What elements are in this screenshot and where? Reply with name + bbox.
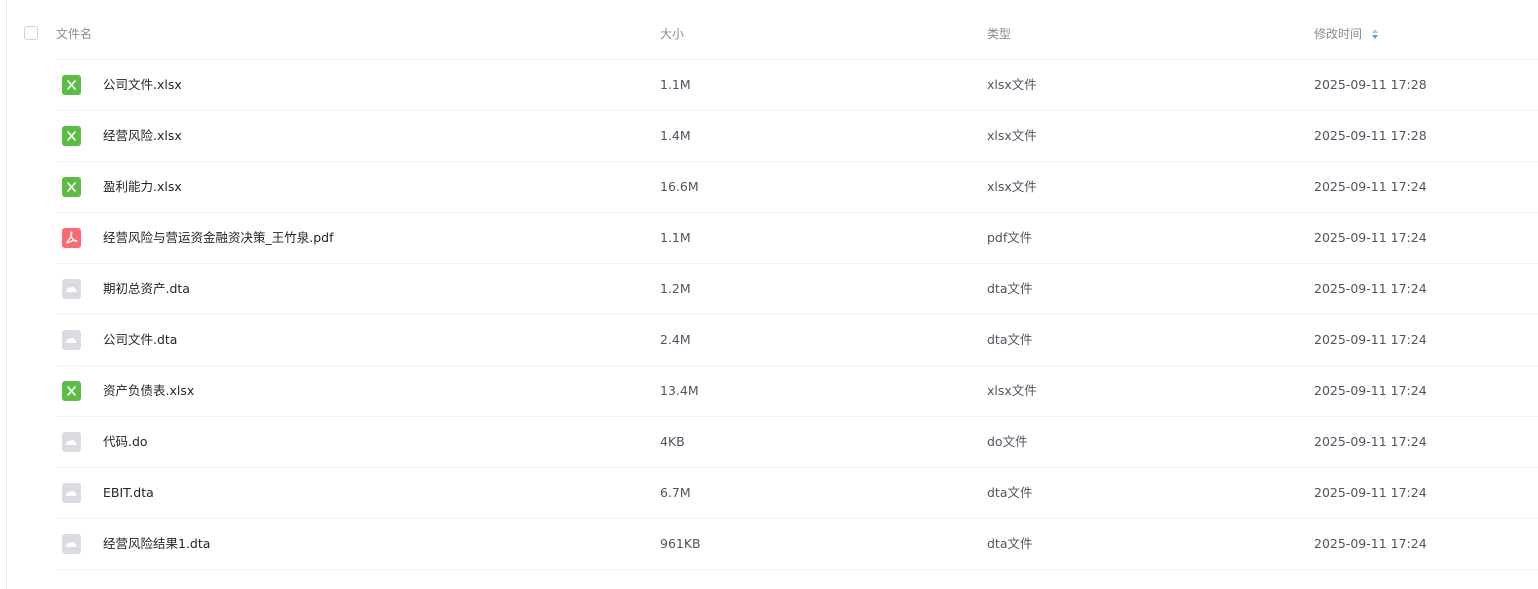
file-size: 1.2M (660, 281, 691, 296)
file-row[interactable]: 公司文件.xlsx 1.1M xlsx文件 2025-09-11 17:28 (0, 60, 1538, 111)
column-header-size[interactable]: 大小 (660, 27, 684, 41)
column-header-name[interactable]: 文件名 (56, 27, 92, 41)
file-name[interactable]: 公司文件.xlsx (103, 77, 182, 93)
file-row[interactable]: 期初总资产.dta 1.2M dta文件 2025-09-11 17:24 (0, 264, 1538, 315)
file-size: 961KB (660, 536, 701, 551)
file-size: 13.4M (660, 383, 699, 398)
select-all-checkbox[interactable] (24, 26, 38, 40)
file-name[interactable]: 代码.do (103, 434, 148, 450)
generic-file-icon (62, 279, 81, 299)
file-modified-time: 2025-09-11 17:24 (1314, 332, 1427, 347)
file-type: xlsx文件 (987, 383, 1037, 398)
file-name[interactable]: 经营风险.xlsx (103, 128, 182, 144)
file-type: dta文件 (987, 536, 1033, 551)
file-name[interactable]: 经营风险结果1.dta (103, 536, 210, 552)
file-modified-time: 2025-09-11 17:24 (1314, 434, 1427, 449)
file-modified-time: 2025-09-11 17:28 (1314, 77, 1427, 92)
file-type: xlsx文件 (987, 179, 1037, 194)
file-modified-time: 2025-09-11 17:24 (1314, 281, 1427, 296)
file-row[interactable]: 经营风险.xlsx 1.4M xlsx文件 2025-09-11 17:28 (0, 111, 1538, 162)
file-modified-time: 2025-09-11 17:24 (1314, 485, 1427, 500)
file-size: 16.6M (660, 179, 699, 194)
excel-file-icon (62, 177, 81, 197)
file-name[interactable]: EBIT.dta (103, 485, 154, 501)
file-type: do文件 (987, 434, 1028, 449)
file-size: 4KB (660, 434, 685, 449)
file-type: xlsx文件 (987, 77, 1037, 92)
file-row[interactable]: 经营风险结果1.dta 961KB dta文件 2025-09-11 17:24 (0, 519, 1538, 570)
file-modified-time: 2025-09-11 17:24 (1314, 383, 1427, 398)
file-modified-time: 2025-09-11 17:24 (1314, 179, 1427, 194)
file-list-panel: 文件名 大小 类型 修改时间 公司文件.xlsx 1.1M xlsx文件 2025-0… (0, 0, 1538, 589)
file-list-header: 文件名 大小 类型 修改时间 (0, 0, 1538, 60)
file-name[interactable]: 盈利能力.xlsx (103, 179, 182, 195)
pdf-file-icon (62, 228, 81, 248)
file-row[interactable]: 盈利能力.xlsx 16.6M xlsx文件 2025-09-11 17:24 (0, 162, 1538, 213)
file-list-body: 公司文件.xlsx 1.1M xlsx文件 2025-09-11 17:28 经营风险.… (0, 60, 1538, 570)
file-row[interactable]: 资产负债表.xlsx 13.4M xlsx文件 2025-09-11 17:24 (0, 366, 1538, 417)
file-row[interactable]: 代码.do 4KB do文件 2025-09-11 17:24 (0, 417, 1538, 468)
file-name[interactable]: 公司文件.dta (103, 332, 177, 348)
excel-file-icon (62, 381, 81, 401)
file-type: pdf文件 (987, 230, 1033, 245)
file-row[interactable]: 公司文件.dta 2.4M dta文件 2025-09-11 17:24 (0, 315, 1538, 366)
file-row[interactable]: 经营风险与营运资金融资决策_王竹泉.pdf 1.1M pdf文件 2025-09-11… (0, 213, 1538, 264)
file-type: dta文件 (987, 485, 1033, 500)
column-header-modified-time[interactable]: 修改时间 (1314, 27, 1362, 41)
generic-file-icon (62, 483, 81, 503)
sort-icon[interactable] (1371, 28, 1379, 40)
file-type: dta文件 (987, 281, 1033, 296)
file-modified-time: 2025-09-11 17:24 (1314, 536, 1427, 551)
generic-file-icon (62, 534, 81, 554)
file-size: 1.1M (660, 77, 691, 92)
file-size: 1.4M (660, 128, 691, 143)
file-modified-time: 2025-09-11 17:28 (1314, 128, 1427, 143)
column-header-type[interactable]: 类型 (987, 27, 1011, 41)
file-size: 2.4M (660, 332, 691, 347)
file-size: 1.1M (660, 230, 691, 245)
file-name[interactable]: 期初总资产.dta (103, 281, 190, 297)
generic-file-icon (62, 330, 81, 350)
file-name[interactable]: 资产负债表.xlsx (103, 383, 194, 399)
excel-file-icon (62, 75, 81, 95)
file-type: xlsx文件 (987, 128, 1037, 143)
file-modified-time: 2025-09-11 17:24 (1314, 230, 1427, 245)
file-row[interactable]: EBIT.dta 6.7M dta文件 2025-09-11 17:24 (0, 468, 1538, 519)
file-size: 6.7M (660, 485, 691, 500)
file-name[interactable]: 经营风险与营运资金融资决策_王竹泉.pdf (103, 230, 334, 246)
generic-file-icon (62, 432, 81, 452)
excel-file-icon (62, 126, 81, 146)
file-type: dta文件 (987, 332, 1033, 347)
